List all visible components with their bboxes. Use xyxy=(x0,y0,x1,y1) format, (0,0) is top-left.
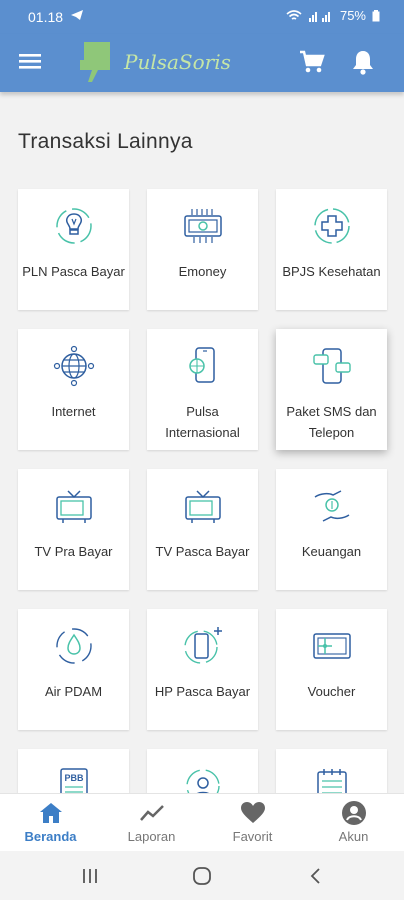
home-button-icon[interactable] xyxy=(192,867,212,885)
card-label: Emoney xyxy=(178,264,227,279)
card-air-pdam[interactable]: Air PDAM xyxy=(18,609,129,730)
phone-globe-icon xyxy=(189,347,215,383)
card-label: Air PDAM xyxy=(44,684,103,699)
card-label: Voucher xyxy=(307,684,356,699)
globe-network-icon xyxy=(53,345,95,387)
battery-icon xyxy=(372,9,380,22)
card-tv-pasca-bayar[interactable]: TV Pasca Bayar xyxy=(147,469,258,590)
logo-text: PulsaSoris xyxy=(124,50,231,74)
card-paket-sms-telepon[interactable]: Paket SMS dan Telepon xyxy=(276,329,387,450)
back-icon[interactable] xyxy=(306,867,326,885)
bulb-icon xyxy=(56,208,92,244)
trend-icon xyxy=(140,805,164,821)
card-tv-pra-bayar[interactable]: TV Pra Bayar xyxy=(18,469,129,590)
card-bpjs-kesehatan[interactable]: BPJS Kesehatan xyxy=(276,189,387,310)
nav-label: Favorit xyxy=(232,829,273,844)
system-navigation-bar xyxy=(0,851,404,900)
card-label: HP Pasca Bayar xyxy=(154,684,251,699)
phone-chat-icon xyxy=(313,348,351,384)
bottom-navigation: Beranda Laporan Favorit Akun xyxy=(0,793,404,852)
tv-icon xyxy=(56,490,92,523)
card-label: PLN Pasca Bayar xyxy=(22,264,125,279)
home-icon xyxy=(40,803,62,823)
emoney-card-icon xyxy=(184,209,222,243)
heart-icon xyxy=(241,802,265,823)
card-emoney[interactable]: Emoney xyxy=(147,189,258,310)
recent-apps-icon[interactable] xyxy=(80,867,100,885)
nav-label: Beranda xyxy=(24,829,77,844)
app-bar: PulsaSoris xyxy=(0,34,404,92)
card-hp-pasca-bayar[interactable]: HP Pasca Bayar xyxy=(147,609,258,730)
battery-level: 75% xyxy=(339,8,366,23)
nav-favorit[interactable]: Favorit xyxy=(202,794,303,852)
voucher-icon xyxy=(313,633,351,659)
card-label: BPJS Kesehatan xyxy=(282,264,381,279)
tv-icon xyxy=(185,490,221,523)
nav-label: Laporan xyxy=(127,829,176,844)
card-label: Paket SMS dan Telepon xyxy=(286,404,377,440)
nav-beranda[interactable]: Beranda xyxy=(0,794,101,852)
card-pln-pasca-bayar[interactable]: PLN Pasca Bayar xyxy=(18,189,129,310)
water-drop-icon xyxy=(56,628,92,664)
money-hand-icon xyxy=(314,490,350,522)
card-label: Keuangan xyxy=(301,544,362,559)
page-title: Transaksi Lainnya xyxy=(18,130,193,153)
cart-icon[interactable] xyxy=(298,48,326,81)
phone-plus-icon xyxy=(184,627,222,664)
card-voucher[interactable]: Voucher xyxy=(276,609,387,730)
telegram-icon xyxy=(70,8,84,25)
menu-icon[interactable] xyxy=(18,51,44,75)
card-internet[interactable]: Internet xyxy=(18,329,129,450)
wifi-icon xyxy=(286,9,302,22)
logo-icon xyxy=(80,42,110,82)
nav-laporan[interactable]: Laporan xyxy=(101,794,202,852)
pbb-badge: PBB xyxy=(64,773,84,783)
status-bar: 01.18 75% xyxy=(0,0,404,34)
nav-akun[interactable]: Akun xyxy=(303,794,404,852)
card-label: TV Pra Bayar xyxy=(34,544,113,559)
health-cross-icon xyxy=(314,208,350,244)
card-keuangan[interactable]: Keuangan xyxy=(276,469,387,590)
card-label: Internet xyxy=(51,404,96,419)
card-pulsa-internasional[interactable]: Pulsa Internasional xyxy=(147,329,258,450)
card-label: TV Pasca Bayar xyxy=(155,544,250,559)
app-logo: PulsaSoris xyxy=(78,40,231,84)
account-icon xyxy=(342,801,366,825)
status-time: 01.18 xyxy=(28,9,64,25)
nav-label: Akun xyxy=(338,829,369,844)
notification-bell-icon[interactable] xyxy=(350,48,376,81)
card-label: Pulsa Internasional xyxy=(165,404,240,440)
signal-icon xyxy=(308,10,334,22)
